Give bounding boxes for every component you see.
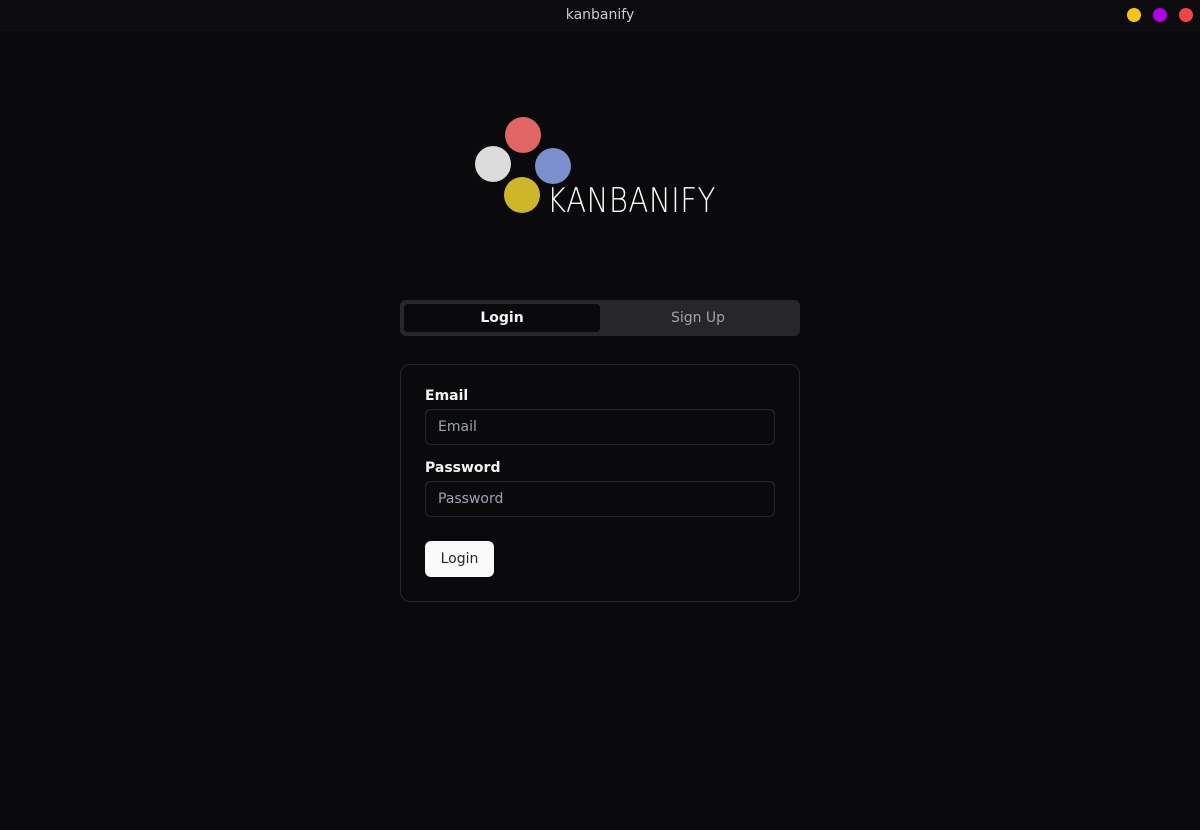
password-field[interactable] [425, 481, 775, 517]
logo-white-dot [475, 146, 511, 182]
kanbanify-logo: KANBANIFY [470, 114, 732, 224]
logo-yellow-dot [504, 177, 540, 213]
tab-sign-up[interactable]: Sign Up [600, 304, 796, 332]
auth-tabs: Login Sign Up [400, 300, 800, 336]
title-bar: kanbanify [0, 0, 1200, 31]
close-button[interactable] [1179, 8, 1193, 22]
logo-wordmark: KANBANIFY [547, 181, 716, 221]
maximize-button[interactable] [1153, 8, 1167, 22]
minimize-button[interactable] [1127, 8, 1141, 22]
login-button[interactable]: Login [425, 541, 494, 577]
tab-login[interactable]: Login [404, 304, 600, 332]
logo-red-dot [505, 117, 541, 153]
login-card: Email Password Login [400, 364, 800, 602]
password-label: Password [425, 460, 501, 476]
email-label: Email [425, 388, 469, 404]
app-window: kanbanify KANBANIFY Login Sign Up Email … [0, 0, 1200, 830]
email-field[interactable] [425, 409, 775, 445]
window-title: kanbanify [565, 7, 635, 23]
logo-blue-dot [535, 148, 571, 184]
